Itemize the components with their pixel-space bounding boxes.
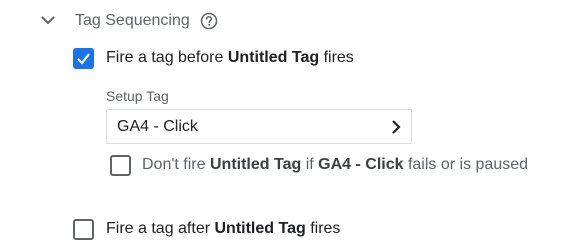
fire-before-checkbox[interactable] [73,48,94,69]
section-title[interactable]: Tag Sequencing [75,10,190,32]
dont-fire-setup-name: GA4 - Click [318,156,404,173]
dont-fire-tag-name: Untitled Tag [209,156,302,173]
setup-tag-label: Setup Tag [106,88,169,104]
fire-before-prefix: Fire a tag before [106,49,224,66]
fire-after-checkbox[interactable] [73,219,94,240]
dont-fire-prefix: Don't fire [142,156,206,173]
chevron-down-icon[interactable] [38,12,58,28]
setup-tag-value: GA4 - Click [117,118,198,135]
fire-after-tag-name: Untitled Tag [214,220,306,237]
setup-tag-select[interactable]: GA4 - Click [106,109,412,144]
fire-after-suffix: fires [310,220,341,237]
fire-after-prefix: Fire a tag after [106,220,211,237]
chevron-right-icon [389,119,403,135]
fire-before-tag-name: Untitled Tag [227,49,320,66]
fire-before-label[interactable]: Fire a tag before Untitled Tag fires [106,47,354,69]
dont-fire-label[interactable]: Don't fire Untitled Tag if GA4 - Click f… [142,154,528,176]
help-icon[interactable] [200,12,218,30]
dont-fire-middle: if [305,156,314,173]
check-icon [77,53,90,65]
dont-fire-checkbox[interactable] [110,155,131,176]
dont-fire-suffix: fails or is paused [407,156,529,173]
fire-after-label[interactable]: Fire a tag after Untitled Tag fires [106,218,340,240]
fire-before-suffix: fires [323,49,354,66]
